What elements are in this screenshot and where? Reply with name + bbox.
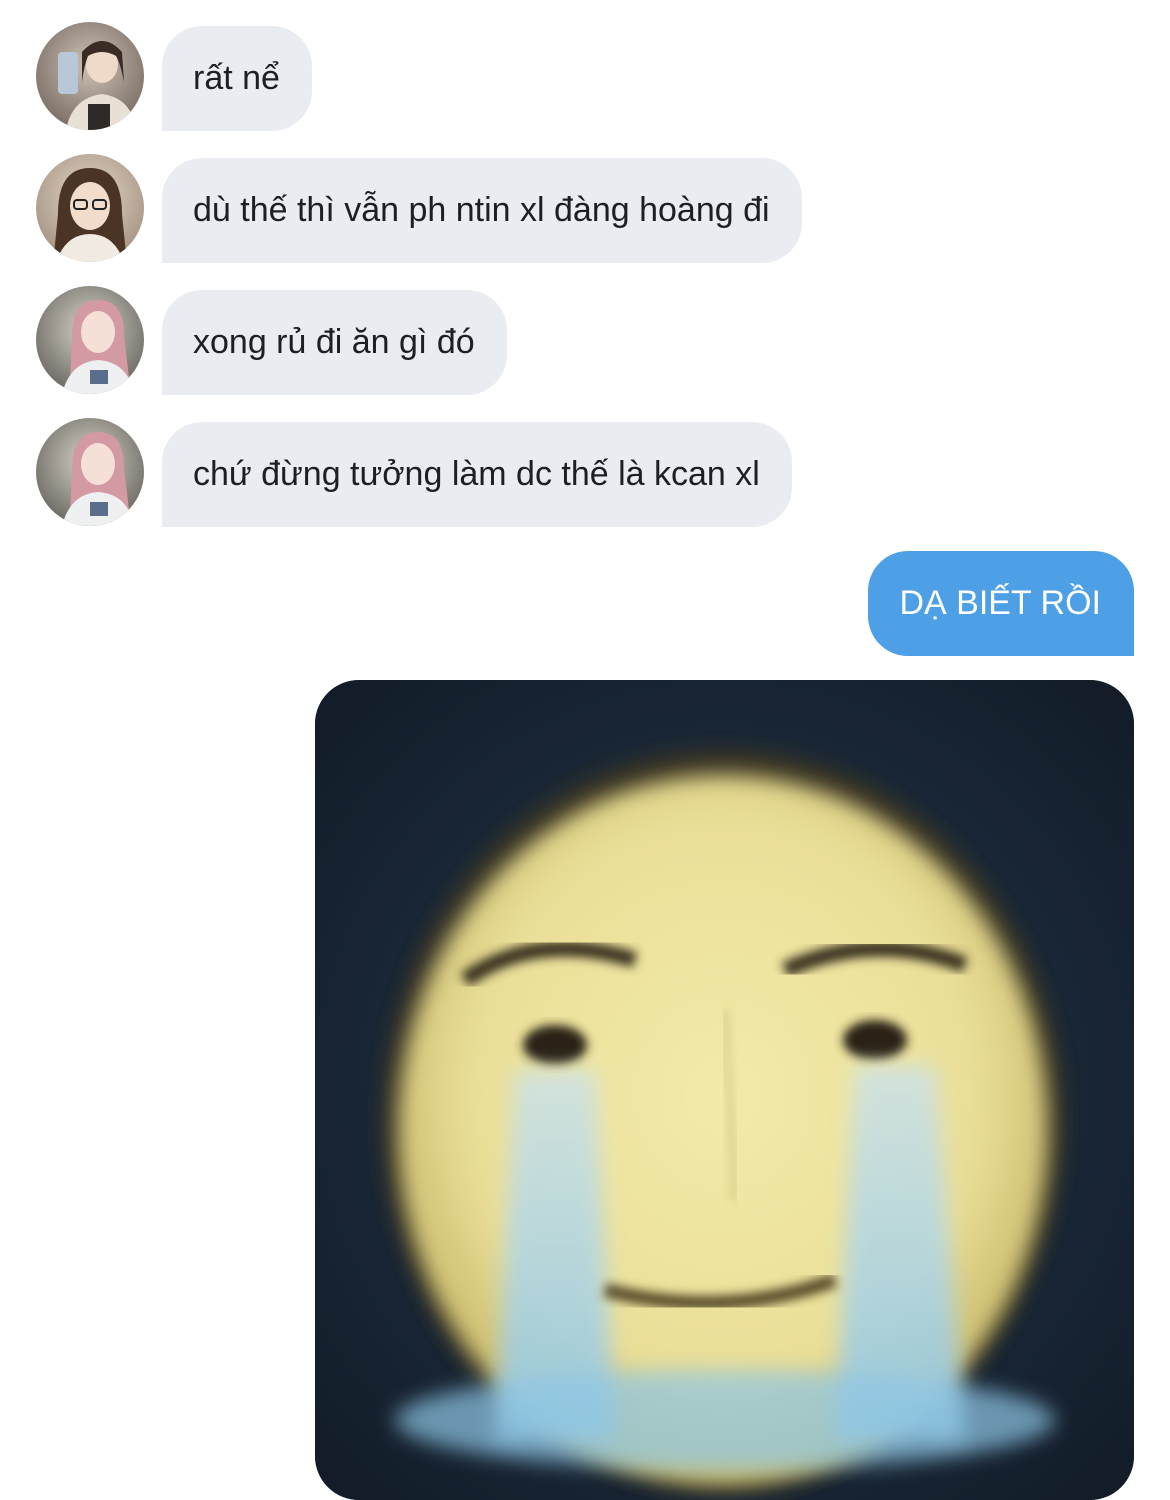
avatar[interactable] — [36, 286, 144, 394]
incoming-message-bubble[interactable]: rất nể — [162, 26, 312, 131]
avatar-photo-icon — [36, 22, 144, 130]
incoming-message-bubble[interactable]: xong rủ đi ăn gì đó — [162, 290, 507, 395]
avatar[interactable] — [36, 418, 144, 526]
message-row-incoming: dù thế thì vẫn ph ntin xl đàng hoàng đi — [0, 154, 1170, 263]
outgoing-message-bubble[interactable]: DẠ BIẾT RỒI — [868, 551, 1134, 656]
avatar-photo-icon — [36, 286, 144, 394]
incoming-message-bubble[interactable]: chứ đừng tưởng làm dc thế là kcan xl — [162, 422, 792, 527]
crying-smiling-face-sticker-icon — [315, 680, 1134, 1500]
message-row-incoming: xong rủ đi ăn gì đó — [0, 286, 1170, 395]
avatar[interactable] — [36, 22, 144, 130]
incoming-message-bubble[interactable]: dù thế thì vẫn ph ntin xl đàng hoàng đi — [162, 158, 802, 263]
message-row-incoming: chứ đừng tưởng làm dc thế là kcan xl — [0, 418, 1170, 527]
outgoing-image-message[interactable] — [315, 680, 1134, 1500]
avatar-photo-icon — [36, 154, 144, 262]
avatar-photo-icon — [36, 418, 144, 526]
avatar[interactable] — [36, 154, 144, 262]
message-row-incoming: rất nể — [0, 22, 1170, 131]
